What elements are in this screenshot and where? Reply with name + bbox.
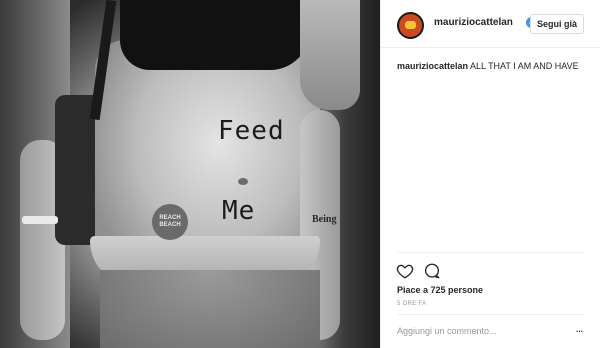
divider bbox=[397, 314, 585, 315]
following-button[interactable]: Segui già bbox=[530, 14, 584, 34]
post-timestamp[interactable]: 5 ORE FA bbox=[397, 301, 426, 307]
photo-top-garment bbox=[120, 0, 310, 70]
photo-body-text: Me bbox=[222, 196, 256, 226]
post-caption: mauriziocattelan ALL THAT I AM AND HAVE bbox=[397, 60, 587, 72]
photo-body-text: Feed bbox=[218, 116, 285, 146]
photo-legs bbox=[100, 270, 320, 348]
photo-tattoo-text: Being bbox=[312, 214, 337, 225]
caption-text: ALL THAT I AM AND HAVE bbox=[470, 61, 579, 71]
likes-count[interactable]: Piace a 725 persone bbox=[397, 285, 483, 295]
more-options-icon[interactable]: ... bbox=[571, 322, 587, 338]
photo-sticker: REACH BEACH bbox=[152, 204, 188, 240]
post-photo[interactable]: REACH BEACH Feed Me Being bbox=[0, 0, 380, 348]
header-username[interactable]: mauriziocattelan bbox=[434, 17, 513, 28]
post-header: mauriziocattelan ✓ Segui già bbox=[381, 0, 600, 48]
heart-icon[interactable] bbox=[396, 262, 414, 280]
comment-bubble-icon[interactable] bbox=[423, 262, 441, 280]
avatar[interactable] bbox=[397, 12, 424, 39]
caption-username[interactable]: mauriziocattelan bbox=[397, 61, 468, 71]
divider bbox=[397, 252, 585, 253]
photo-hair bbox=[300, 0, 360, 110]
photo-wristband bbox=[22, 216, 58, 224]
photo-navel bbox=[238, 178, 248, 185]
post-side-panel: mauriziocattelan ✓ Segui già mauriziocat… bbox=[380, 0, 600, 348]
comment-input[interactable] bbox=[397, 322, 557, 340]
